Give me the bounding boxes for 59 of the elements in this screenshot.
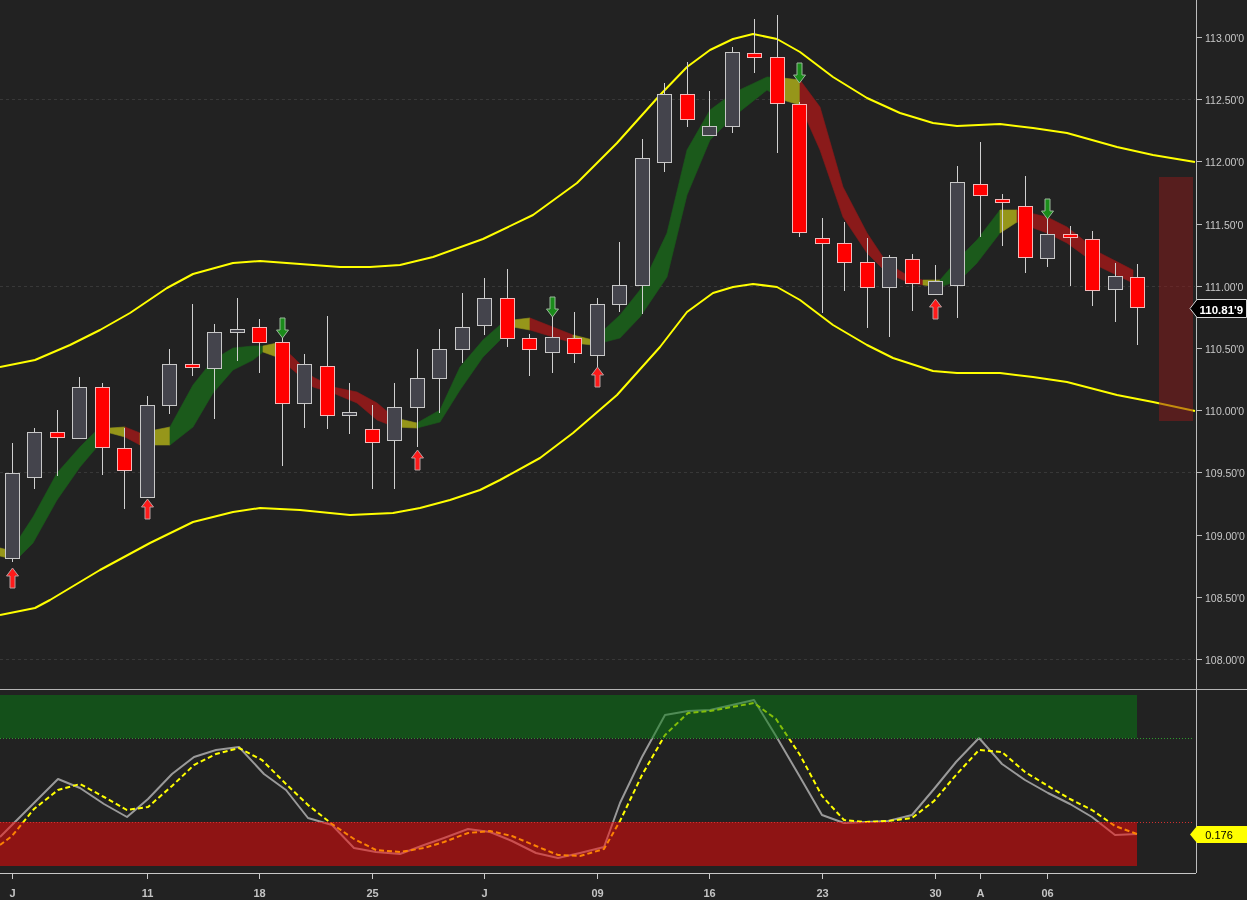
bearish-candle	[680, 61, 695, 128]
date-axis-label: 09	[591, 887, 604, 899]
price-axis-label: 109.50'0	[1205, 466, 1245, 479]
date-axis-label: A	[976, 887, 985, 899]
up-arrow-icon	[929, 298, 942, 320]
date-axis-label: J	[9, 887, 16, 899]
price-axis-label: 111.00'0	[1205, 280, 1244, 293]
bearish-candle	[747, 18, 762, 74]
date-axis-label: J	[481, 887, 488, 899]
downtrend-ribbon	[529, 317, 574, 344]
date-axis-label: 06	[1041, 887, 1054, 899]
price-axis-label: 109.00'0	[1205, 529, 1245, 542]
up-arrow-icon	[411, 449, 424, 471]
price-axis-label: 110.00'0	[1205, 404, 1245, 417]
date-axis-label: 18	[253, 887, 266, 899]
down-arrow-icon	[793, 62, 806, 84]
bullish-candle	[162, 348, 177, 415]
bullish-candle	[342, 382, 357, 435]
crossover-ribbon	[109, 426, 126, 438]
bearish-candle	[837, 221, 852, 292]
bullish-candle	[72, 376, 87, 439]
bullish-candle	[702, 90, 717, 136]
price-axis-label: 110.50'0	[1205, 342, 1245, 355]
bearish-candle	[905, 253, 920, 312]
bullish-candle	[612, 241, 627, 313]
bullish-candle	[1040, 217, 1055, 268]
down-arrow-icon	[546, 296, 559, 318]
price-axis-label: 108.50'0	[1205, 591, 1245, 604]
bearish-candle	[252, 318, 267, 374]
bullish-candle	[27, 427, 42, 490]
up-arrow-icon	[141, 498, 154, 520]
price-axis-label: 111.50'0	[1205, 218, 1244, 231]
date-axis-label: 25	[366, 887, 379, 899]
bullish-candle	[230, 297, 245, 362]
price-axis-label: 112.50'0	[1205, 93, 1245, 106]
indicator-value-tag: 0.176	[1190, 826, 1247, 843]
bullish-candle	[1108, 262, 1123, 323]
bullish-candle	[590, 297, 605, 368]
price-axis-label: 113.00'0	[1205, 31, 1245, 44]
last-price-tag: 110.81'9	[1189, 299, 1247, 318]
price-axis-label: 108.00'0	[1205, 653, 1245, 666]
date-axis-label: 23	[816, 887, 829, 899]
bearish-candle	[995, 193, 1010, 247]
bullish-candle	[545, 316, 560, 374]
bearish-candle	[567, 311, 582, 364]
bearish-candle	[1063, 225, 1078, 287]
down-arrow-icon	[1041, 198, 1054, 220]
bullish-candle	[455, 292, 470, 364]
up-arrow-icon	[6, 567, 19, 589]
date-axis-label: 11	[141, 887, 154, 899]
bearish-candle	[522, 333, 537, 377]
bullish-candle	[477, 277, 492, 336]
down-arrow-icon	[276, 317, 289, 339]
price-axis-label: 112.00'0	[1205, 155, 1245, 168]
date-axis-label: 30	[929, 887, 942, 899]
bearish-candle	[50, 409, 65, 477]
date-axis-label: 16	[703, 887, 716, 899]
up-arrow-icon	[591, 366, 604, 388]
crossover-ribbon	[999, 209, 1018, 234]
